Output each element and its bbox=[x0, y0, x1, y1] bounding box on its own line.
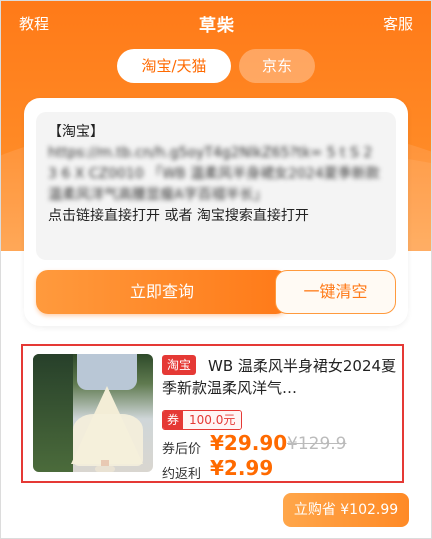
coupon-label: 券 bbox=[163, 411, 184, 429]
buy-now-button[interactable]: 立购省 ¥102.99 bbox=[283, 493, 409, 527]
paste-blurred-link: https://m.tb.cn/h.g5oyT4g2NlkZ65?tk= 5 t… bbox=[48, 145, 380, 203]
product-result-card[interactable]: WB 温柔风半身裙女2024夏季新款温柔风洋气… 淘宝 券 100.0元 券后价… bbox=[21, 344, 404, 483]
coupon-badge: 券 100.0元 bbox=[162, 410, 243, 430]
paste-line-source: 【淘宝】 bbox=[48, 124, 104, 140]
product-image[interactable] bbox=[33, 354, 153, 472]
app-title: 草柴 bbox=[199, 16, 235, 36]
product-image-shoe bbox=[95, 466, 115, 472]
product-title[interactable]: WB 温柔风半身裙女2024夏季新款温柔风洋气… bbox=[162, 355, 398, 399]
original-price: ¥129.9 bbox=[287, 434, 347, 454]
after-coupon-price-label: 券后价 bbox=[162, 442, 202, 457]
after-coupon-price: ¥29.90 bbox=[210, 431, 288, 455]
paste-line-instruction: 点击链接直接打开 或者 淘宝搜索直接打开 bbox=[48, 208, 309, 224]
tab-jd[interactable]: 京东 bbox=[239, 49, 315, 83]
rebate-label: 约返利 bbox=[162, 467, 202, 482]
platform-tabs: 淘宝/天猫 京东 bbox=[1, 49, 431, 83]
product-image-background bbox=[33, 354, 73, 472]
product-image-top bbox=[77, 354, 137, 390]
coupon-value: 100.0元 bbox=[183, 411, 242, 429]
paste-textarea[interactable]: 【淘宝】 https://m.tb.cn/h.g5oyT4g2NlkZ65?tk… bbox=[36, 112, 396, 260]
customer-service-link[interactable]: 客服 bbox=[383, 13, 413, 34]
query-button[interactable]: 立即查询 bbox=[36, 270, 288, 314]
top-bar: 教程 草柴 客服 bbox=[1, 9, 431, 37]
query-card: 【淘宝】 https://m.tb.cn/h.g5oyT4g2NlkZ65?tk… bbox=[24, 98, 408, 326]
rebate-amount: ¥2.99 bbox=[210, 456, 274, 480]
platform-badge: 淘宝 bbox=[162, 355, 197, 375]
tab-taobao[interactable]: 淘宝/天猫 bbox=[117, 49, 231, 83]
clear-button[interactable]: 一键清空 bbox=[275, 270, 396, 314]
product-image-skirt-hem bbox=[73, 414, 143, 466]
app-screen: 教程 草柴 客服 淘宝/天猫 京东 【淘宝】 https://m.tb.cn/h… bbox=[0, 0, 432, 539]
